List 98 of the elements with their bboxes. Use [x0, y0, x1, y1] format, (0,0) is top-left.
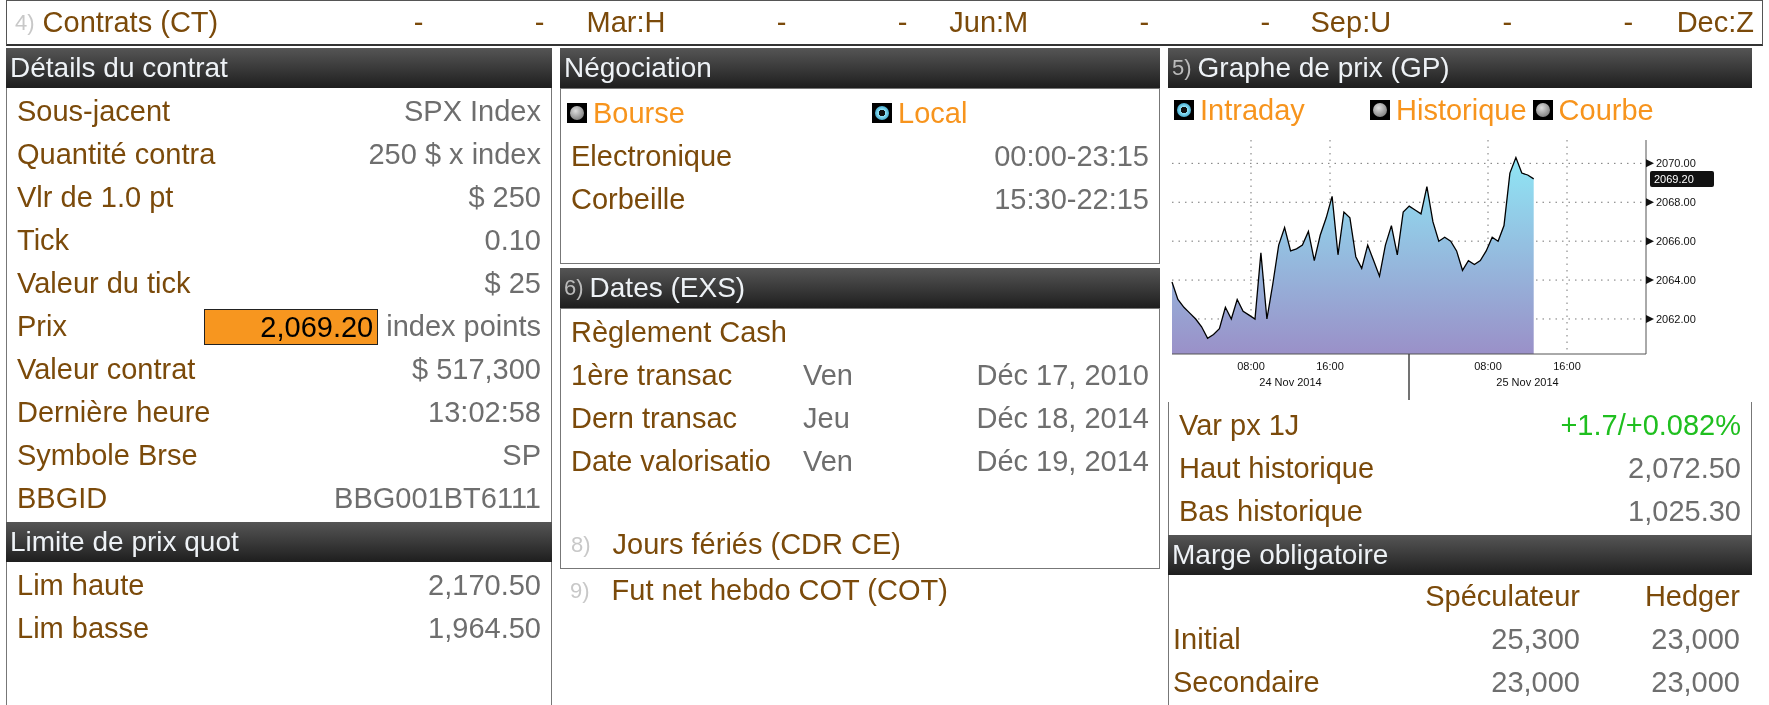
- column-header: Spéculateur: [1424, 580, 1580, 613]
- contract-month: Dec:Z: [1675, 6, 1754, 39]
- contract-month: -: [533, 6, 545, 39]
- menu-number: 5): [1172, 55, 1192, 81]
- field-label: Règlement Cash: [571, 316, 787, 349]
- contract-month: -: [1622, 6, 1634, 39]
- weekday-value: Jeu: [803, 402, 851, 435]
- field-label: Date valorisatio: [571, 445, 772, 478]
- field-value: SP: [502, 439, 541, 472]
- radio-option[interactable]: Courbe: [1532, 93, 1654, 127]
- field-label: 1ère transac: [571, 359, 734, 392]
- field-label: Sous-jacent: [17, 95, 171, 128]
- field-label: Symbole Brse: [17, 439, 198, 472]
- field-label: Bas historique: [1179, 495, 1363, 528]
- date-value: Déc 17, 2010: [976, 359, 1149, 392]
- contract-month: -: [1259, 6, 1271, 39]
- section-header-title: Graphe de prix (GP): [1197, 52, 1450, 84]
- contract-month: Sep:U: [1309, 6, 1392, 39]
- table-cell-text: 25,300: [1490, 623, 1580, 656]
- field-label: BBGID: [17, 482, 108, 515]
- field-value: 15:30-22:15: [994, 183, 1149, 216]
- date-label: 24 Nov 2014: [1259, 376, 1322, 388]
- contract-month: -: [1138, 6, 1150, 39]
- price-field[interactable]: 2,069.20: [204, 308, 379, 345]
- section-header: Marge obligatoire: [1168, 535, 1752, 575]
- x-tick-label: 16:00: [1316, 360, 1344, 372]
- field-label: Corbeille: [571, 183, 686, 216]
- table-cell-text: 23,000: [1490, 666, 1580, 699]
- y-tick-label: 2068.00: [1656, 196, 1696, 209]
- row-label: Initial: [1173, 623, 1242, 656]
- table-cell-text: 23,000: [1650, 623, 1740, 656]
- field-label: Dern transac: [571, 402, 738, 435]
- y-tick-label: 2066.00: [1656, 235, 1696, 248]
- weekday-value: Ven: [803, 359, 854, 392]
- field-label: Dernière heure: [17, 396, 211, 429]
- contract-month: -: [896, 6, 908, 39]
- radio-option[interactable]: Intraday: [1174, 93, 1364, 127]
- y-tick-label: 2068.00: [1646, 196, 1696, 209]
- section-header: Limite de prix quot: [6, 522, 552, 562]
- y-tick-label: 2062.00: [1646, 313, 1696, 325]
- contract-month: -: [775, 6, 787, 39]
- holidays-link[interactable]: Jours fériés (CDR CE): [612, 528, 901, 561]
- field-value: SPX Index: [403, 95, 541, 128]
- field-label: Electronique: [571, 140, 733, 173]
- field-label: Lim basse: [17, 612, 150, 645]
- field-label: Valeur contrat: [17, 353, 196, 386]
- field-label: Tick: [17, 224, 70, 257]
- column-header: Hedger: [1643, 580, 1740, 613]
- field-value: +1.7/+0.082%: [1560, 409, 1741, 442]
- y-tick-label: 2064.00: [1646, 274, 1696, 287]
- cot-link[interactable]: Fut net hebdo COT (COT): [611, 574, 948, 607]
- field-value: $ 250: [468, 181, 541, 214]
- row-label: Secondaire: [1173, 666, 1321, 699]
- x-tick-label: 16:00: [1553, 360, 1581, 372]
- field-value: 13:02:58: [428, 396, 541, 429]
- radio-option[interactable]: Bourse: [567, 96, 852, 130]
- y-tick-label: 2070.00: [1646, 157, 1696, 170]
- field-label: Haut historique: [1179, 452, 1375, 485]
- field-label: Prix: [17, 310, 67, 343]
- y-tick-label: 2070.00: [1656, 157, 1696, 170]
- price-tag: 2069.20: [1650, 170, 1714, 187]
- contract-month: -: [412, 6, 424, 39]
- contract-month: Jun:M: [948, 6, 1029, 39]
- field-label: Lim haute: [17, 569, 145, 602]
- field-value: BBG001BT6111: [334, 482, 541, 515]
- radio-option[interactable]: Historique: [1370, 93, 1527, 127]
- field-label: Vlr de 1.0 pt: [17, 181, 174, 214]
- section-header: Détails du contrat: [6, 48, 552, 88]
- y-tick-label: 2066.00: [1646, 235, 1696, 248]
- date-value: Déc 19, 2014: [976, 445, 1149, 478]
- section-header-title: Dates (EXS): [589, 272, 746, 304]
- field-value: 250 $ x index: [368, 138, 541, 171]
- x-tick-label: 08:00: [1474, 360, 1502, 372]
- table-cell-text: 23,000: [1650, 666, 1740, 699]
- field-label: Valeur du tick: [17, 267, 191, 300]
- y-tick-label: 2064.00: [1656, 274, 1696, 287]
- field-value: 1,964.50: [428, 612, 541, 645]
- field-value: $ 517,300: [412, 353, 541, 386]
- field-value: 1,025.30: [1628, 495, 1741, 528]
- x-tick-label: 08:00: [1237, 360, 1265, 372]
- field-value: 00:00-23:15: [994, 140, 1149, 173]
- field-value: 0.10: [484, 224, 541, 257]
- radio-option[interactable]: Local: [872, 96, 968, 130]
- section-header: Négociation: [560, 48, 1160, 88]
- unit-label: index points: [386, 310, 541, 343]
- y-tick-label: 2062.00: [1656, 312, 1696, 325]
- field-value: 2,170.50: [428, 569, 541, 602]
- menu-number: 6): [564, 275, 584, 301]
- field-label: Var px 1J: [1179, 409, 1300, 442]
- date-label: 25 Nov 2014: [1496, 376, 1559, 388]
- field-value: 2,072.50: [1628, 452, 1741, 485]
- contract-month: -: [1501, 6, 1513, 39]
- top-bar-title[interactable]: Contrats (CT): [42, 6, 303, 39]
- weekday-value: Ven: [803, 445, 854, 478]
- field-value: $ 25: [484, 267, 541, 300]
- contract-month: Mar:H: [585, 6, 666, 39]
- field-label: Quantité contra: [17, 138, 216, 171]
- date-value: Déc 18, 2014: [976, 402, 1149, 435]
